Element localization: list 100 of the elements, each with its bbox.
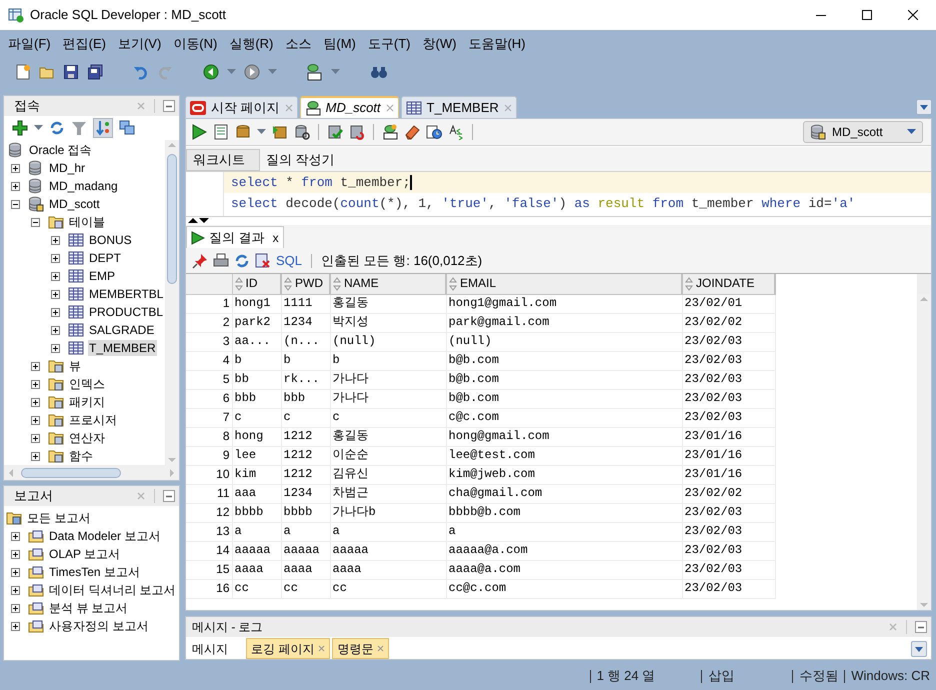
tree-item[interactable]: 테이블 [68,214,106,230]
column-header[interactable]: ID [232,274,281,294]
menu-item[interactable]: 도움말(H) [462,34,532,54]
tree-item[interactable]: Data Modeler 보고서 [48,528,162,544]
new-file-icon[interactable] [15,64,31,80]
menu-item[interactable]: 팀(M) [317,34,362,54]
tree-item[interactable]: PRODUCTBL [88,304,164,320]
windows-icon[interactable] [119,120,135,136]
refresh-icon[interactable] [49,120,65,136]
tab-list-button[interactable] [911,641,927,657]
rollback-icon[interactable] [349,124,365,140]
expand-icon[interactable] [51,290,60,298]
expand-icon[interactable] [11,622,20,630]
log-tab[interactable]: 로깅 페이지 [246,638,330,659]
expand-icon[interactable] [11,182,20,190]
expand-icon[interactable] [11,604,20,612]
sql-worksheet-icon[interactable] [305,63,323,81]
connection-select[interactable]: MD_scott [803,121,923,143]
tree-item[interactable]: 연산자 [68,430,106,446]
expand-icon[interactable] [11,532,20,540]
expand-icon[interactable] [51,308,60,316]
tree-item[interactable]: SALGRADE [88,322,156,338]
autotrace-icon[interactable] [272,124,288,140]
tree-item[interactable]: EMP [88,268,116,284]
sql-editor[interactable]: select * from t_member; select decode(count(*), 1, 'true', 'false') as result from t_member where id='a' [186,171,931,217]
tree-item[interactable]: TimesTen 보고서 [48,564,141,580]
menu-item[interactable]: 실행(R) [223,34,280,54]
tuning-icon[interactable] [294,124,310,140]
expand-icon[interactable] [31,452,40,460]
expand-icon[interactable] [11,550,20,558]
tree-item[interactable]: MD_hr [48,160,86,176]
column-header[interactable]: NAME [330,274,446,294]
menu-item[interactable]: 도구(T) [362,34,416,54]
worksheet-tab[interactable]: 워크시트 [186,149,260,171]
tree-item[interactable]: MD_madang [48,178,119,194]
caret-icon[interactable] [257,129,266,135]
minimize-icon[interactable] [163,100,175,112]
tree-item[interactable]: 분석 뷰 보고서 [48,600,129,616]
expand-icon[interactable] [31,434,40,442]
menu-item[interactable]: 파일(F) [2,34,57,54]
tree-item[interactable]: 프로시저 [68,412,118,428]
tree-item[interactable]: 데이터 딕셔너리 보고서 [48,582,177,598]
tree-item[interactable]: 함수 [68,448,94,464]
sql-link[interactable]: SQL [276,250,302,270]
cancel-icon[interactable] [255,252,271,268]
tree-item[interactable]: 뷰 [68,358,82,374]
editor-tab[interactable]: T_MEMBER [400,96,517,118]
sql-icon[interactable] [382,124,398,140]
caret-icon[interactable] [34,125,43,131]
eraser-icon[interactable] [404,124,420,140]
editor-tab[interactable]: MD_scott [300,96,399,118]
column-header[interactable]: EMAIL [446,274,682,294]
tree-item[interactable]: 모든 보고서 [27,509,90,527]
save-icon[interactable] [63,64,79,80]
editor-tab[interactable]: 시작 페이지 [185,96,298,118]
expand-icon[interactable] [51,272,60,280]
tree-item[interactable]: 패키지 [68,394,106,410]
format-icon[interactable] [448,124,464,140]
tree-item[interactable]: Oracle 접속 [29,141,92,159]
commit-icon[interactable] [327,124,343,140]
expand-icon[interactable] [51,326,60,334]
history-icon[interactable] [426,124,442,140]
expand-icon[interactable] [11,586,20,594]
pin-icon[interactable] [192,252,208,268]
tree-item[interactable]: BONUS [88,232,133,248]
column-header[interactable]: JOINDATE [682,274,775,294]
sort-toggle[interactable] [93,118,113,138]
expand-icon[interactable] [51,254,60,262]
menu-item[interactable]: 이동(N) [167,34,224,54]
run-icon[interactable] [191,124,207,140]
expand-icon[interactable] [11,568,20,576]
vertical-scrollbar[interactable] [165,140,179,465]
forward-icon[interactable] [244,64,260,80]
scrollbar-thumb[interactable] [167,154,177,284]
expand-icon[interactable] [51,236,60,244]
column-header[interactable]: PWD [281,274,330,294]
add-icon[interactable] [12,120,28,136]
binoculars-icon[interactable] [370,64,388,80]
tree-item[interactable]: 인덱스 [68,376,106,392]
collapse-icon[interactable] [31,218,40,226]
minimize-icon[interactable] [915,621,927,633]
filter-icon[interactable] [71,120,87,136]
menu-item[interactable]: 편집(E) [56,34,112,54]
log-tab[interactable]: 명령문 [332,638,390,659]
vertical-scrollbar[interactable] [917,294,931,610]
tree-item[interactable]: MD_scott [48,196,101,212]
expand-icon[interactable] [11,164,20,172]
expand-icon[interactable] [51,344,60,352]
menu-item[interactable]: 창(W) [416,34,462,54]
results-tab[interactable]: 질의 결과 x [186,226,284,248]
tree-item[interactable]: MEMBERTBL [88,286,164,302]
back-icon[interactable] [203,64,219,80]
refresh-icon[interactable] [234,252,250,268]
expand-icon[interactable] [31,416,40,424]
worksheet-tab[interactable]: 질의 작성기 [260,149,341,171]
menu-item[interactable]: 보기(V) [112,34,168,54]
tree-item[interactable]: 사용자정의 보고서 [48,618,150,634]
collapse-icon[interactable] [11,200,20,208]
save-all-icon[interactable] [87,64,103,80]
close-tab-button[interactable]: x [272,228,279,246]
